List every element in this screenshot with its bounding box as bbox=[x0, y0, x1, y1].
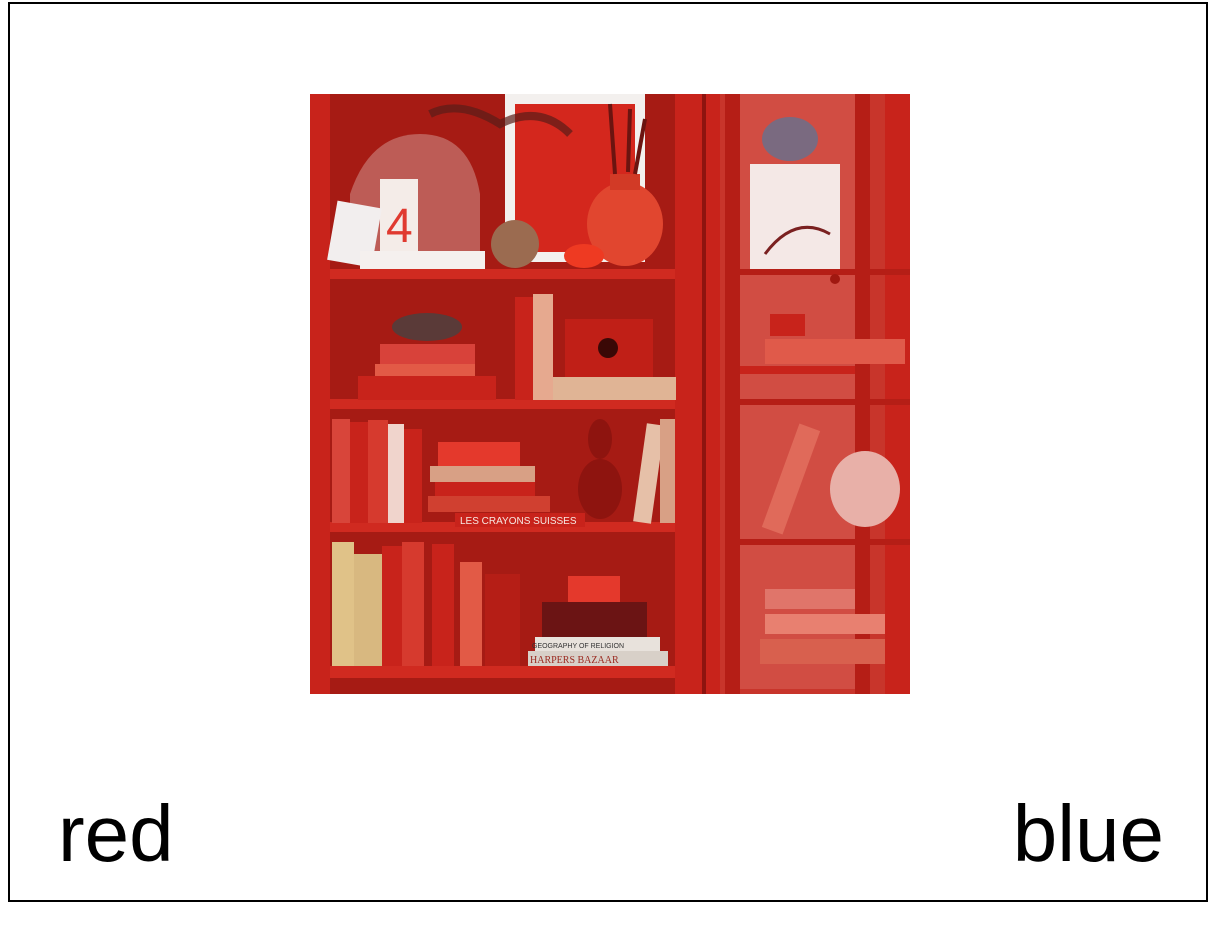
book-title-1: GEOGRAPHY OF RELIGION bbox=[532, 643, 624, 650]
svg-text:4: 4 bbox=[386, 200, 413, 253]
option-blue-label[interactable]: blue bbox=[1013, 794, 1164, 874]
book-title-2: HARPERS BAZAAR bbox=[530, 655, 619, 666]
flashcard: 4 LES CRAYONS SUISSES GEOGRAPHY OF RELIG… bbox=[8, 2, 1208, 902]
bookshelf-photo: 4 LES CRAYONS SUISSES GEOGRAPHY OF RELIG… bbox=[310, 94, 910, 694]
option-red-label[interactable]: red bbox=[58, 794, 174, 874]
spine-text: LES CRAYONS SUISSES bbox=[460, 516, 577, 527]
